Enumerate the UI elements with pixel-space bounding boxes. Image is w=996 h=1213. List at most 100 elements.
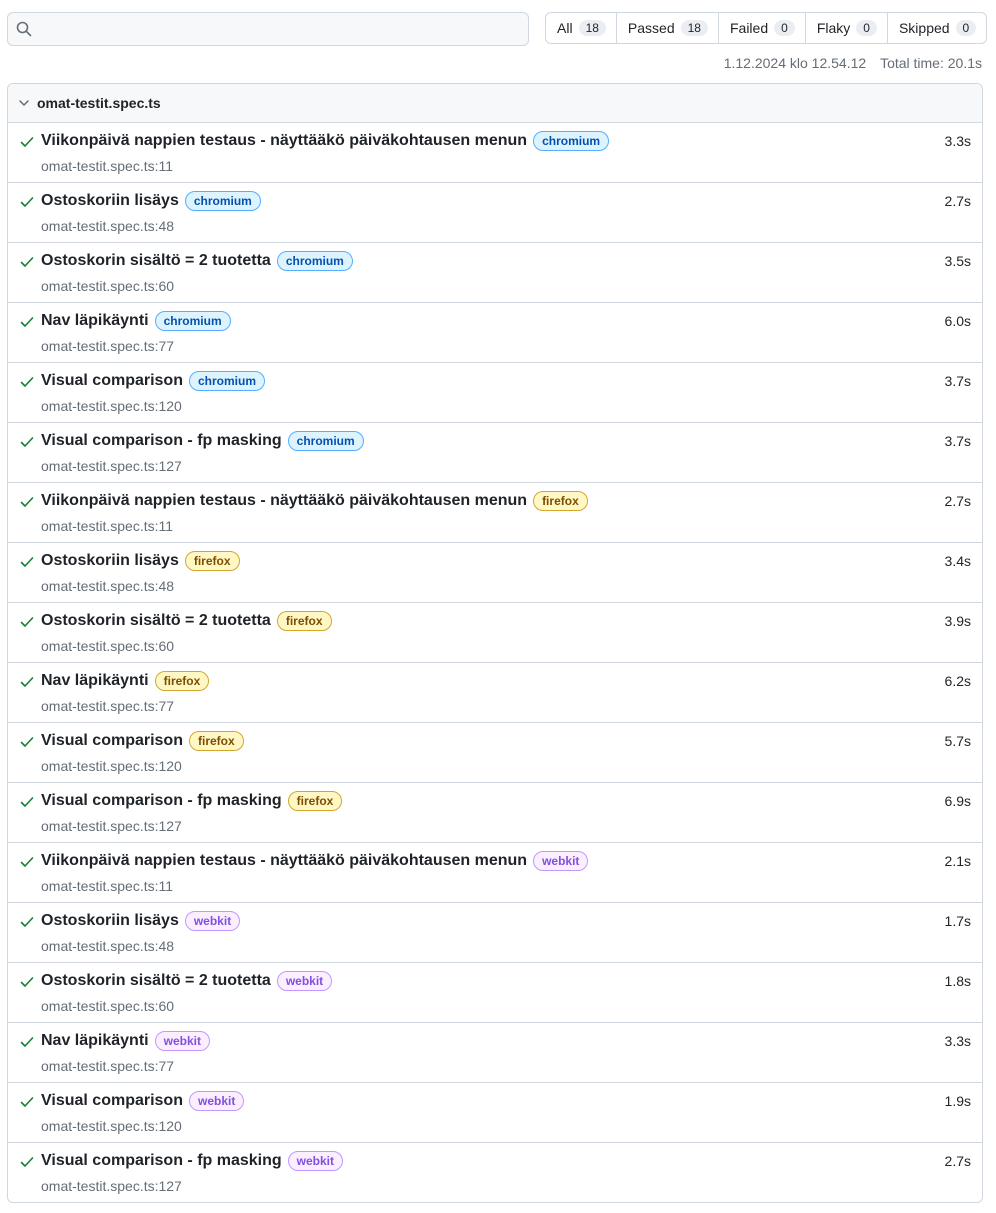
test-title[interactable]: Ostoskoriin lisäys xyxy=(41,552,179,570)
test-title-line: Viikonpäivä nappien testaus - näyttääkö … xyxy=(41,131,610,151)
project-tag[interactable]: firefox xyxy=(188,731,244,751)
test-title[interactable]: Viikonpäivä nappien testaus - näyttääkö … xyxy=(41,492,527,510)
check-icon xyxy=(20,497,34,507)
test-row[interactable]: Viikonpäivä nappien testaus - näyttääkö … xyxy=(8,843,982,903)
project-tag[interactable]: chromium xyxy=(184,191,261,211)
project-tag[interactable]: webkit xyxy=(287,1151,343,1171)
test-title[interactable]: Viikonpäivä nappien testaus - näyttääkö … xyxy=(41,132,527,150)
test-row[interactable]: Nav läpikäynti chromium omat-testit.spec.t… xyxy=(8,303,982,363)
test-location: omat-testit.spec.ts:11 xyxy=(41,878,174,894)
check-icon xyxy=(20,917,34,927)
check-icon xyxy=(20,1037,34,1047)
test-row[interactable]: Visual comparison - fp masking chromium om… xyxy=(8,423,982,483)
test-row[interactable]: Ostoskoriin lisäys webkit omat-testit.spec… xyxy=(8,903,982,963)
test-title[interactable]: Ostoskoriin lisäys xyxy=(41,912,179,930)
file-header[interactable]: omat-testit.spec.ts xyxy=(8,84,982,123)
test-title[interactable]: Viikonpäivä nappien testaus - näyttääkö … xyxy=(41,852,527,870)
test-title[interactable]: Nav läpikäynti xyxy=(41,672,149,690)
check-icon xyxy=(20,1157,34,1167)
test-title[interactable]: Visual comparison xyxy=(41,732,183,750)
test-duration: 1.7s xyxy=(944,913,971,929)
run-metadata: 1.12.2024 klo 12.54.12 Total time: 20.1s xyxy=(724,55,982,71)
filter-label: Failed xyxy=(729,20,769,36)
test-list: Viikonpäivä nappien testaus - näyttääkö … xyxy=(8,123,982,1202)
test-title-line: Viikonpäivä nappien testaus - näyttääkö … xyxy=(41,851,589,871)
test-row[interactable]: Ostoskorin sisältö = 2 tuotetta webkit oma… xyxy=(8,963,982,1023)
check-icon xyxy=(20,617,34,627)
test-row[interactable]: Viikonpäivä nappien testaus - näyttääkö … xyxy=(8,483,982,543)
test-title[interactable]: Ostoskorin sisältö = 2 tuotetta xyxy=(41,252,271,270)
check-icon xyxy=(20,677,34,687)
test-title[interactable]: Visual comparison - fp masking xyxy=(41,792,282,810)
test-title[interactable]: Ostoskorin sisältö = 2 tuotetta xyxy=(41,972,271,990)
project-tag[interactable]: webkit xyxy=(188,1091,245,1111)
test-location: omat-testit.spec.ts:11 xyxy=(41,518,174,534)
check-icon xyxy=(20,797,34,807)
test-row[interactable]: Visual comparison firefox omat-testit.spec… xyxy=(8,723,982,783)
test-title[interactable]: Nav läpikäynti xyxy=(41,1032,149,1050)
test-duration: 3.7s xyxy=(944,373,971,389)
test-row[interactable]: Nav läpikäynti webkit omat-testit.spec.ts:… xyxy=(8,1023,982,1083)
project-tag[interactable]: webkit xyxy=(154,1031,210,1051)
test-location: omat-testit.spec.ts:60 xyxy=(41,638,175,654)
filter-all[interactable]: All 18 xyxy=(546,13,616,43)
test-title-line: Visual comparison - fp masking webkit xyxy=(41,1151,343,1171)
test-title[interactable]: Visual comparison xyxy=(41,372,183,390)
check-icon xyxy=(20,257,34,267)
filter-passed[interactable]: Passed 18 xyxy=(615,13,718,43)
test-duration: 3.4s xyxy=(944,553,971,569)
test-title-line: Visual comparison chromium xyxy=(41,371,265,391)
project-tag[interactable]: chromium xyxy=(154,311,231,331)
test-duration: 1.8s xyxy=(944,973,971,989)
project-tag[interactable]: webkit xyxy=(276,971,333,991)
test-location: omat-testit.spec.ts:127 xyxy=(41,818,182,834)
test-title[interactable]: Visual comparison - fp masking xyxy=(41,432,282,450)
test-title[interactable]: Visual comparison - fp masking xyxy=(41,1152,282,1170)
project-tag[interactable]: firefox xyxy=(533,491,588,511)
project-tag[interactable]: firefox xyxy=(276,611,332,631)
test-row[interactable]: Ostoskoriin lisäys chromium omat-testit.sp… xyxy=(8,183,982,243)
file-name: omat-testit.spec.ts xyxy=(37,95,161,111)
test-duration: 1.9s xyxy=(944,1093,971,1109)
test-location: omat-testit.spec.ts:60 xyxy=(41,278,175,294)
test-duration: 2.1s xyxy=(944,853,971,869)
test-title[interactable]: Ostoskorin sisältö = 2 tuotetta xyxy=(41,612,271,630)
test-title[interactable]: Visual comparison xyxy=(41,1092,183,1110)
project-tag[interactable]: chromium xyxy=(276,251,353,271)
project-tag[interactable]: chromium xyxy=(188,371,265,391)
check-icon xyxy=(20,437,34,447)
check-icon xyxy=(20,977,34,987)
filter-skipped[interactable]: Skipped 0 xyxy=(886,13,986,43)
test-duration: 2.7s xyxy=(944,493,971,509)
project-tag[interactable]: firefox xyxy=(154,671,210,691)
project-tag[interactable]: webkit xyxy=(533,851,589,871)
project-tag[interactable]: webkit xyxy=(184,911,241,931)
test-title-line: Visual comparison webkit xyxy=(41,1091,245,1111)
test-row[interactable]: Nav läpikäynti firefox omat-testit.spec.ts… xyxy=(8,663,982,723)
test-title[interactable]: Ostoskoriin lisäys xyxy=(41,192,179,210)
test-title-line: Visual comparison firefox xyxy=(41,731,244,751)
project-tag[interactable]: chromium xyxy=(533,131,610,151)
test-location: omat-testit.spec.ts:11 xyxy=(41,158,174,174)
test-location: omat-testit.spec.ts:48 xyxy=(41,578,175,594)
test-row[interactable]: Visual comparison chromium omat-testit.spe… xyxy=(8,363,982,423)
test-row[interactable]: Visual comparison webkit omat-testit.spec.… xyxy=(8,1083,982,1143)
test-title[interactable]: Nav läpikäynti xyxy=(41,312,149,330)
search-input[interactable] xyxy=(40,17,520,41)
project-tag[interactable]: firefox xyxy=(184,551,240,571)
test-row[interactable]: Visual comparison - fp masking firefox oma… xyxy=(8,783,982,843)
project-tag[interactable]: firefox xyxy=(287,791,343,811)
project-tag[interactable]: chromium xyxy=(287,431,364,451)
test-row[interactable]: Visual comparison - fp masking webkit omat… xyxy=(8,1143,982,1202)
test-row[interactable]: Ostoskorin sisältö = 2 tuotetta firefox om… xyxy=(8,603,982,663)
test-duration: 3.5s xyxy=(944,253,971,269)
test-duration: 3.3s xyxy=(944,1033,971,1049)
filter-flaky[interactable]: Flaky 0 xyxy=(804,13,887,43)
filter-failed[interactable]: Failed 0 xyxy=(717,13,805,43)
test-row[interactable]: Ostoskorin sisältö = 2 tuotetta chromium o… xyxy=(8,243,982,303)
test-title-line: Visual comparison - fp masking firefox xyxy=(41,791,343,811)
test-row[interactable]: Viikonpäivä nappien testaus - näyttääkö … xyxy=(8,123,982,183)
test-row[interactable]: Ostoskoriin lisäys firefox omat-testit.spe… xyxy=(8,543,982,603)
search-box[interactable] xyxy=(7,12,529,46)
check-icon xyxy=(20,737,34,747)
